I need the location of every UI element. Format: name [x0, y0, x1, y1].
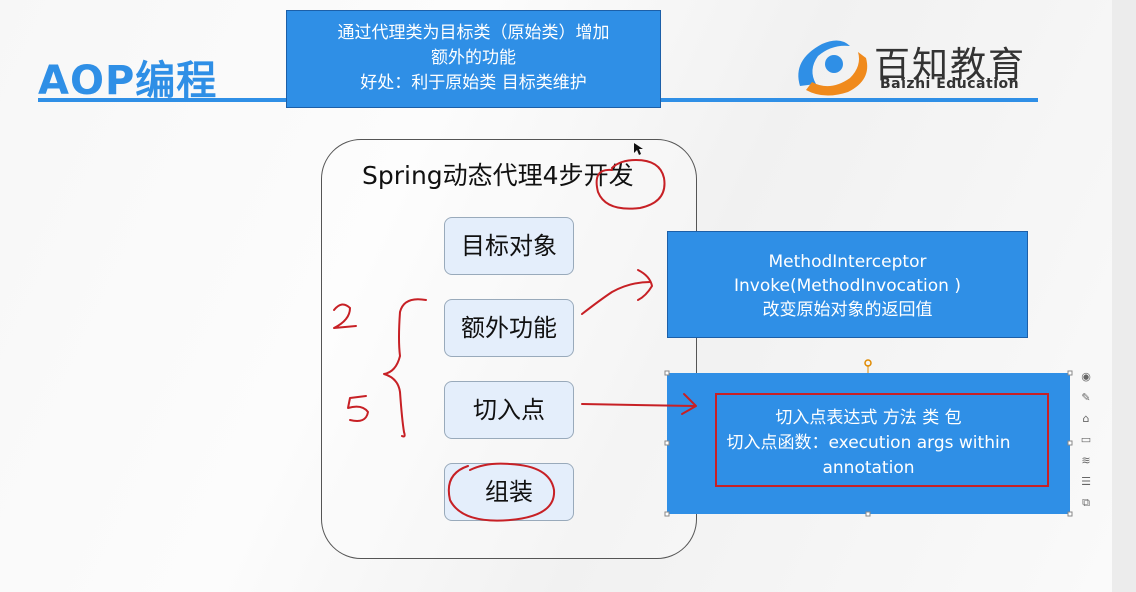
mouse-cursor — [634, 143, 643, 155]
